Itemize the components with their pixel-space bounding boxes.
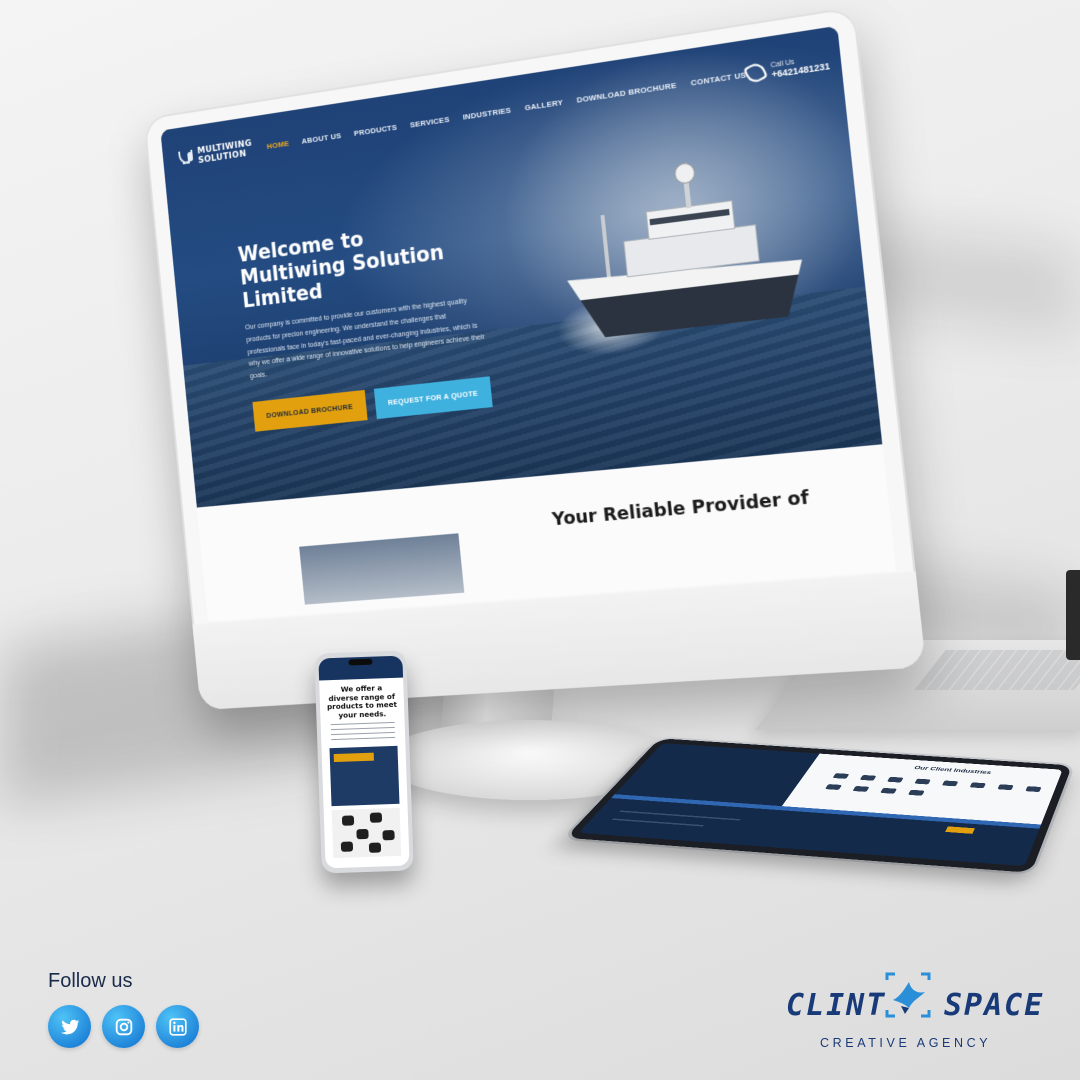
phone-screen: We offer a diverse range of products to … [318, 655, 410, 869]
website-screen: MULTIWING SOLUTION HOME ABOUT US PRODUCT… [160, 25, 896, 622]
mobile-phone: We offer a diverse range of products to … [314, 650, 414, 874]
nav-download-brochure[interactable]: DOWNLOAD BROCHURE [576, 80, 677, 104]
industry-icon [941, 780, 959, 787]
follow-us-label: Follow us [48, 970, 133, 992]
industry-icon [997, 784, 1014, 791]
section-image [299, 533, 465, 605]
laptop-keyboard [914, 650, 1080, 690]
call-us[interactable]: Call Us +6421481231 [742, 52, 830, 86]
industry-icon [852, 785, 870, 792]
linkedin-icon[interactable] [156, 1005, 199, 1048]
logo-text: MULTIWING SOLUTION [196, 138, 253, 166]
nav-contact-us[interactable]: CONTACT US [690, 70, 746, 87]
phone-heading: We offer a diverse range of products to … [326, 683, 398, 720]
nav-services[interactable]: SERVICES [410, 114, 450, 129]
nav-industries[interactable]: INDUSTRIES [462, 105, 511, 121]
wings-logo-icon [178, 148, 194, 169]
industry-icon [859, 774, 877, 781]
nav-about-us[interactable]: ABOUT US [301, 131, 341, 146]
bird-logo-icon [879, 966, 937, 1024]
industry-icon [914, 778, 931, 785]
industry-icon [907, 789, 925, 796]
desktop-monitor: MULTIWING SOLUTION HOME ABOUT US PRODUCT… [143, 6, 927, 711]
site-logo[interactable]: MULTIWING SOLUTION [178, 137, 262, 168]
industry-icon [832, 773, 850, 779]
nav-gallery[interactable]: GALLERY [524, 97, 563, 112]
phone-icon [742, 60, 769, 86]
industry-icon [824, 784, 843, 790]
industry-icon [886, 776, 904, 783]
instagram-icon[interactable] [102, 1005, 145, 1048]
clint-space-logo: CLINT SPACE CREATIVE AGENCY [786, 966, 1042, 1056]
tablet-device: Our Client Industries [565, 738, 1073, 873]
industry-icon [969, 782, 986, 789]
brand-word-space: SPACE [944, 988, 1045, 1023]
nav-products[interactable]: PRODUCTS [353, 122, 397, 137]
section-heading: Your Reliable Provider of [551, 486, 811, 531]
phone-product-card [329, 745, 400, 807]
brand-tagline: CREATIVE AGENCY [820, 1036, 992, 1050]
hero-text: Welcome to Multiwing Solution Limited Ou… [237, 212, 490, 383]
phone-product-images [331, 807, 402, 859]
brand-word-clint: CLINT [786, 988, 887, 1023]
industry-icon [1025, 786, 1042, 793]
nav-home[interactable]: HOME [266, 138, 289, 150]
laptop-lid [1066, 570, 1080, 660]
industry-icon [880, 787, 898, 794]
twitter-icon[interactable] [48, 1005, 91, 1048]
ship-image [549, 149, 809, 364]
tablet-button [945, 826, 975, 834]
